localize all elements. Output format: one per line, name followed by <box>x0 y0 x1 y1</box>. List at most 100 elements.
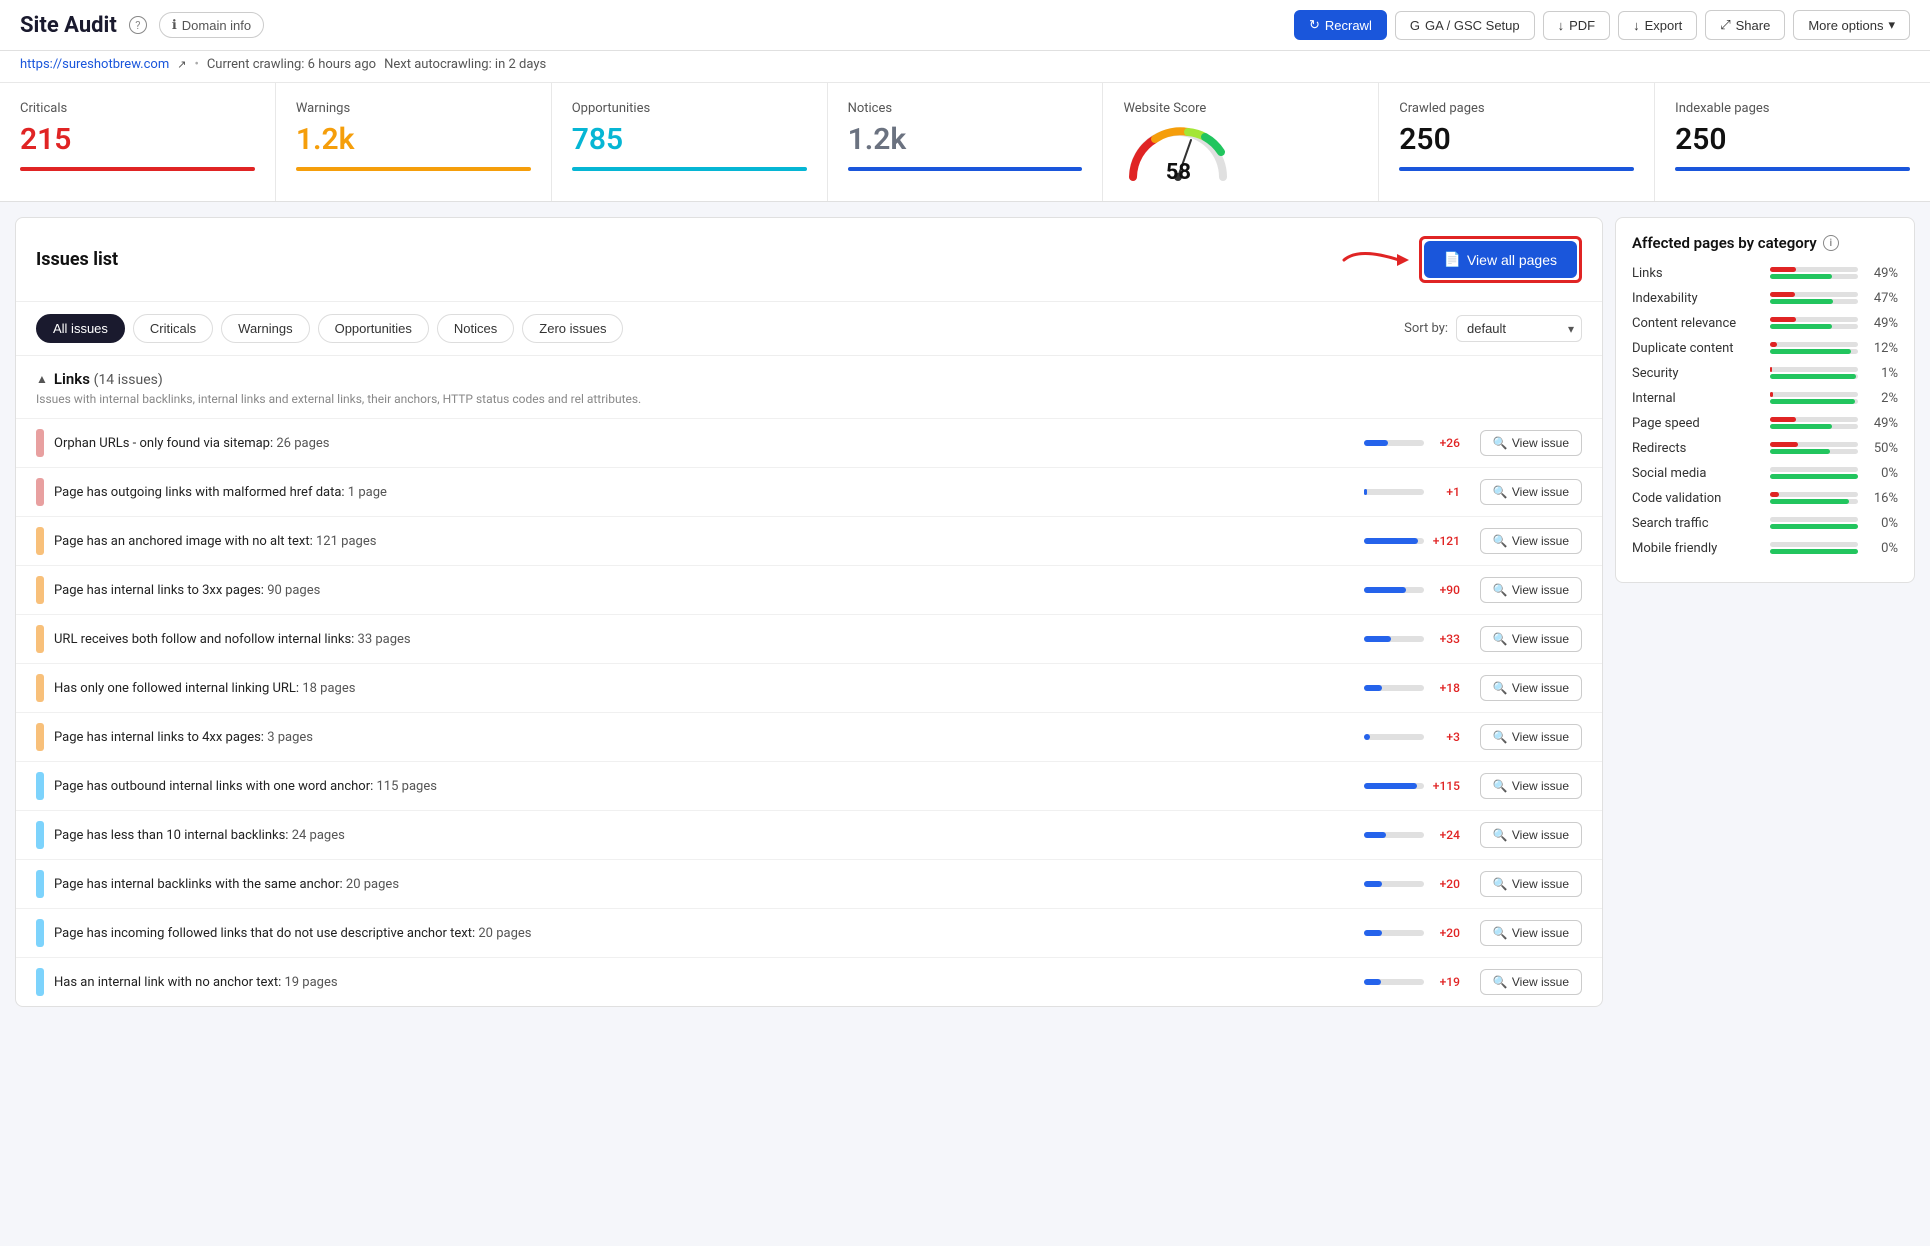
recrawl-button[interactable]: ↻ Recrawl <box>1294 10 1387 40</box>
export-button[interactable]: ↓ Export <box>1618 11 1697 40</box>
view-issue-button[interactable]: 🔍 View issue <box>1480 724 1582 750</box>
chevron-up-icon[interactable]: ▲ <box>36 372 48 386</box>
view-issue-button[interactable]: 🔍 View issue <box>1480 920 1582 946</box>
green-bar-track <box>1770 374 1858 379</box>
sidebar-category-row[interactable]: Redirects 50% <box>1632 441 1898 456</box>
view-issue-button[interactable]: 🔍 View issue <box>1480 479 1582 505</box>
search-icon: 🔍 <box>1493 779 1508 793</box>
sidebar-category-row[interactable]: Social media 0% <box>1632 466 1898 481</box>
domain-info-button[interactable]: ℹ Domain info <box>159 12 264 38</box>
issue-row: Has only one followed internal linking U… <box>16 663 1602 712</box>
category-name: Duplicate content <box>1632 341 1762 356</box>
share-button[interactable]: ⤢ Share <box>1705 10 1785 40</box>
recrawl-icon: ↻ <box>1309 17 1320 33</box>
stat-opportunities[interactable]: Opportunities 785 <box>552 83 828 201</box>
sidebar-category-row[interactable]: Code validation 16% <box>1632 491 1898 506</box>
sort-select[interactable]: default severity pages affected <box>1456 315 1582 342</box>
category-name: Social media <box>1632 466 1762 481</box>
tab-warnings[interactable]: Warnings <box>221 314 309 343</box>
stat-indexable-pages[interactable]: Indexable pages 250 <box>1655 83 1930 201</box>
issue-delta: +115 <box>1364 779 1460 793</box>
green-bar-fill <box>1770 349 1851 354</box>
red-bar-track <box>1770 292 1858 297</box>
category-bars <box>1770 317 1858 331</box>
red-bar-track <box>1770 367 1858 372</box>
category-percentage: 0% <box>1866 466 1898 481</box>
delta-bar <box>1364 538 1424 544</box>
view-issue-button[interactable]: 🔍 View issue <box>1480 675 1582 701</box>
delta-fill <box>1364 930 1382 936</box>
chevron-down-icon: ▾ <box>1888 17 1895 33</box>
search-icon: 🔍 <box>1493 877 1508 891</box>
view-issue-button[interactable]: 🔍 View issue <box>1480 626 1582 652</box>
view-issue-button[interactable]: 🔍 View issue <box>1480 871 1582 897</box>
category-name: Content relevance <box>1632 316 1762 331</box>
delta-fill <box>1364 734 1370 740</box>
sidebar-category-row[interactable]: Search traffic 0% <box>1632 516 1898 531</box>
category-name: Code validation <box>1632 491 1762 506</box>
sidebar-category-row[interactable]: Content relevance 49% <box>1632 316 1898 331</box>
delta-value: +115 <box>1430 779 1460 793</box>
view-issue-button[interactable]: 🔍 View issue <box>1480 969 1582 995</box>
category-name: Page speed <box>1632 416 1762 431</box>
delta-value: +1 <box>1430 485 1460 499</box>
stat-website-score[interactable]: Website Score 58 <box>1103 83 1379 201</box>
pdf-button[interactable]: ↓ PDF <box>1543 11 1611 40</box>
green-bar-fill <box>1770 399 1855 404</box>
sidebar-category-row[interactable]: Indexability 47% <box>1632 291 1898 306</box>
ga-gsc-button[interactable]: G GA / GSC Setup <box>1395 11 1535 40</box>
issue-row: Page has outgoing links with malformed h… <box>16 467 1602 516</box>
sidebar-category-row[interactable]: Mobile friendly 0% <box>1632 541 1898 556</box>
delta-value: +26 <box>1430 436 1460 450</box>
stat-crawled-pages[interactable]: Crawled pages 250 <box>1379 83 1655 201</box>
tab-all-issues[interactable]: All issues <box>36 314 125 343</box>
issues-list-title: Issues list <box>36 249 118 270</box>
view-issue-button[interactable]: 🔍 View issue <box>1480 822 1582 848</box>
delta-fill <box>1364 489 1367 495</box>
search-icon: 🔍 <box>1493 681 1508 695</box>
tab-criticals[interactable]: Criticals <box>133 314 213 343</box>
filter-row: All issues Criticals Warnings Opportunit… <box>16 302 1602 356</box>
help-icon[interactable]: ? <box>129 16 147 34</box>
view-issue-button[interactable]: 🔍 View issue <box>1480 577 1582 603</box>
red-bar-fill <box>1770 392 1773 397</box>
more-options-button[interactable]: More options ▾ <box>1793 10 1910 40</box>
sidebar-category-row[interactable]: Duplicate content 12% <box>1632 341 1898 356</box>
view-issue-button[interactable]: 🔍 View issue <box>1480 773 1582 799</box>
tab-opportunities[interactable]: Opportunities <box>318 314 429 343</box>
stat-criticals[interactable]: Criticals 215 <box>0 83 276 201</box>
site-url-link[interactable]: https://sureshotbrew.com <box>20 57 169 72</box>
tab-notices[interactable]: Notices <box>437 314 514 343</box>
tab-zero-issues[interactable]: Zero issues <box>522 314 623 343</box>
sidebar-info-icon[interactable]: i <box>1823 235 1839 251</box>
view-all-pages-button[interactable]: 📄 View all pages <box>1424 241 1577 278</box>
red-bar-fill <box>1770 317 1796 322</box>
green-bar-fill <box>1770 274 1832 279</box>
severity-indicator <box>36 527 44 555</box>
crawl-status: Current crawling: 6 hours ago <box>207 57 376 72</box>
stat-warnings[interactable]: Warnings 1.2k <box>276 83 552 201</box>
next-crawl: Next autocrawling: in 2 days <box>384 57 546 72</box>
view-issue-button[interactable]: 🔍 View issue <box>1480 528 1582 554</box>
sidebar-category-row[interactable]: Security 1% <box>1632 366 1898 381</box>
delta-value: +90 <box>1430 583 1460 597</box>
delta-value: +3 <box>1430 730 1460 744</box>
header-left: Site Audit ? ℹ Domain info <box>20 12 264 38</box>
category-name: Redirects <box>1632 441 1762 456</box>
green-bar-fill <box>1770 374 1856 379</box>
category-percentage: 12% <box>1866 341 1898 356</box>
issue-text: Page has internal links to 4xx pages: 3 … <box>54 730 1354 745</box>
delta-fill <box>1364 538 1418 544</box>
view-issue-button[interactable]: 🔍 View issue <box>1480 430 1582 456</box>
sidebar-category-row[interactable]: Links 49% <box>1632 266 1898 281</box>
issue-row: Orphan URLs - only found via sitemap: 26… <box>16 418 1602 467</box>
severity-indicator <box>36 429 44 457</box>
issue-delta: +24 <box>1364 828 1460 842</box>
issue-text: Page has outbound internal links with on… <box>54 779 1354 794</box>
sidebar-category-row[interactable]: Internal 2% <box>1632 391 1898 406</box>
severity-indicator <box>36 870 44 898</box>
category-name: Security <box>1632 366 1762 381</box>
stat-notices[interactable]: Notices 1.2k <box>828 83 1104 201</box>
sidebar-category-row[interactable]: Page speed 49% <box>1632 416 1898 431</box>
issue-pages: 18 pages <box>302 681 355 696</box>
